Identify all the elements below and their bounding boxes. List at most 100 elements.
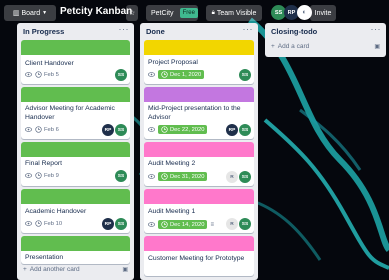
due-date-badge[interactable]: Dec 31, 2020 (158, 172, 208, 181)
card[interactable]: Final Report Feb 9 SS (21, 142, 130, 186)
team-plan-badge: Free (179, 8, 198, 18)
clock-icon (161, 71, 168, 78)
eye-icon (25, 72, 32, 77)
clock-icon (35, 172, 42, 179)
avatar[interactable]: SS (239, 69, 251, 81)
list-menu-icon[interactable]: ··· (243, 24, 254, 34)
card-members: RP SS (102, 218, 127, 230)
list-menu-icon[interactable]: ··· (119, 24, 130, 34)
visibility-button[interactable]: 🔒︎ Team Visible (206, 5, 262, 21)
list-menu-icon[interactable]: ··· (371, 24, 382, 34)
avatar[interactable]: RP (102, 218, 114, 230)
card-members: R SS (226, 171, 251, 183)
list-closing-todo: Closing-todo ··· + Add a card ▣ (265, 23, 386, 57)
card-title: Advisor Meeting for Academic Handover (25, 105, 115, 121)
due-date-badge[interactable]: Dec 14, 2020 (158, 220, 208, 229)
plus-icon: + (23, 266, 27, 273)
board-members: SS RP ◐ (271, 5, 312, 20)
card-members: SS (115, 170, 127, 182)
invite-button[interactable]: Invite (310, 5, 336, 21)
due-date: Dec 1, 2020 (170, 71, 202, 78)
due-date: Dec 14, 2020 (170, 221, 205, 228)
due-date-badge[interactable]: Dec 1, 2020 (158, 70, 205, 79)
board-title[interactable]: Petcity Kanban (60, 6, 132, 17)
avatar[interactable]: RP (102, 124, 114, 136)
card[interactable]: Project Proposal Dec 1, 2020 SS (144, 40, 254, 84)
avatar[interactable]: RP (226, 124, 238, 136)
card-title: Final Report (25, 160, 63, 167)
due-date: Feb 9 (44, 172, 59, 179)
card-label (144, 189, 254, 204)
avatar[interactable]: SS (115, 124, 127, 136)
card-title: Customer Meeting for Prototype (148, 255, 245, 262)
card-members: SS (115, 69, 127, 81)
avatar[interactable]: SS (239, 171, 251, 183)
team-name: PetCity (151, 9, 174, 17)
card[interactable]: Academic Handover Feb 10 RP SS (21, 189, 130, 233)
board-menu-label: Board (21, 9, 41, 17)
due-date-badge[interactable]: Feb 10 (35, 220, 62, 227)
avatar[interactable]: R (226, 171, 238, 183)
card-label (144, 40, 254, 55)
card-title: Academic Handover (25, 208, 87, 215)
avatar[interactable]: SS (115, 170, 127, 182)
list-title[interactable]: Done (146, 27, 165, 36)
star-button[interactable]: ☆ (126, 5, 138, 21)
eye-icon (148, 222, 155, 227)
add-card-label: Add a card (277, 43, 310, 50)
list-title[interactable]: Closing-todo (271, 27, 317, 36)
due-date-badge[interactable]: Feb 9 (35, 172, 59, 179)
card[interactable]: Audit Meeting 2 Dec 31, 2020 R SS (144, 142, 254, 186)
due-date-badge[interactable]: Dec 22, 2020 (158, 125, 208, 134)
card-members: RP SS (102, 124, 127, 136)
plus-icon: + (271, 43, 275, 50)
clock-icon (35, 220, 42, 227)
add-card-button[interactable]: + Add another card (23, 266, 80, 273)
card[interactable]: Client Handover Feb 5 SS (21, 40, 130, 84)
avatar[interactable]: SS (239, 124, 251, 136)
list-in-progress: In Progress ··· Client Handover Feb 5 SS… (17, 23, 134, 280)
description-icon: ≡ (210, 221, 214, 228)
avatar[interactable]: SS (115, 69, 127, 81)
card[interactable]: Presentation (21, 236, 130, 264)
card-label (144, 142, 254, 157)
card[interactable]: Audit Meeting 1 Dec 14, 2020 ≡ R SS (144, 189, 254, 233)
card-template-icon[interactable]: ▣ (374, 43, 380, 50)
card-label (21, 87, 130, 102)
due-date: Feb 5 (44, 71, 59, 78)
card-badges: Feb 6 (25, 126, 59, 133)
due-date: Dec 22, 2020 (170, 126, 205, 133)
card-badges: Feb 10 (25, 220, 62, 227)
avatar[interactable]: R (226, 218, 238, 230)
eye-icon (148, 174, 155, 179)
card-badges: Dec 22, 2020 (148, 125, 208, 134)
card-label (21, 236, 130, 251)
card-members: R SS (226, 218, 251, 230)
card-members: SS (239, 69, 251, 81)
card[interactable]: Customer Meeting for Prototype (144, 236, 254, 276)
avatar[interactable]: SS (239, 218, 251, 230)
card[interactable]: Advisor Meeting for Academic Handover Fe… (21, 87, 130, 139)
due-date-badge[interactable]: Feb 5 (35, 71, 59, 78)
due-date-badge[interactable]: Feb 6 (35, 126, 59, 133)
card[interactable]: Mid-Project presentation to the Advisor … (144, 87, 254, 139)
card-title: Mid-Project presentation to the Advisor (148, 105, 241, 121)
list-done: Done ··· Project Proposal Dec 1, 2020 SS… (140, 23, 258, 280)
card-title: Audit Meeting 2 (148, 160, 196, 167)
list-title[interactable]: In Progress (23, 27, 64, 36)
avatar[interactable]: SS (115, 218, 127, 230)
chevron-down-icon: ▼ (42, 10, 48, 16)
card-template-icon[interactable]: ▣ (122, 266, 128, 273)
due-date: Dec 31, 2020 (170, 173, 205, 180)
eye-icon (25, 221, 32, 226)
eye-icon (25, 127, 32, 132)
add-card-button[interactable]: + Add a card (271, 43, 309, 50)
clock-icon (35, 126, 42, 133)
card-label (144, 87, 254, 102)
add-card-label: Add another card (29, 266, 80, 273)
team-button[interactable]: PetCity Free (146, 5, 198, 21)
board-menu-button[interactable]: ▥ Board ▼ (4, 5, 56, 21)
star-icon: ☆ (128, 10, 136, 17)
card-badges: Dec 31, 2020 (148, 172, 208, 181)
card-title: Presentation (25, 254, 64, 261)
